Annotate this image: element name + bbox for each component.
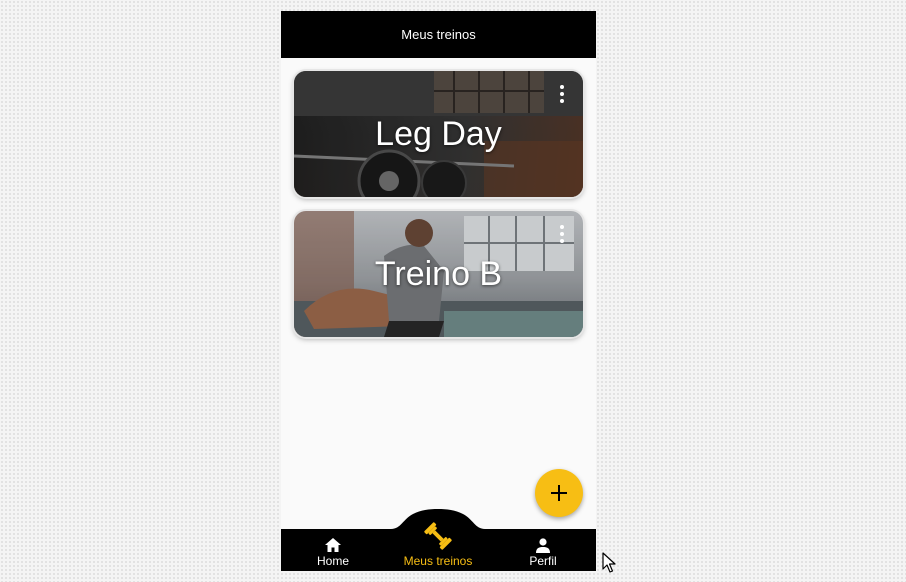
app-bar: Meus treinos [281,11,596,58]
nav-label-perfil: Perfil [529,554,557,568]
phone-screen: Meus treinos Leg Day Treino B Home Meus … [281,11,596,571]
more-options-icon[interactable] [555,85,569,103]
more-options-icon[interactable] [555,225,569,243]
workout-card-leg-day[interactable]: Leg Day [294,71,583,197]
bottom-navigation: Home Meus treinos Perfil [281,501,596,571]
workout-title: Treino B [374,254,503,293]
page-title: Meus treinos [401,27,476,42]
dumbbell-icon [424,522,452,550]
nav-item-perfil[interactable]: Perfil [503,537,583,571]
nav-item-meus-treinos[interactable]: Meus treinos [398,517,478,571]
home-icon [325,538,341,552]
nav-item-home[interactable]: Home [293,537,373,571]
nav-label-home: Home [316,554,349,568]
nav-label-meus-treinos: Meus treinos [403,554,473,568]
workout-card-treino-b[interactable]: Treino B [294,211,583,337]
mouse-cursor-icon [602,552,616,573]
workout-title: Leg Day [375,114,502,153]
plus-icon [551,485,567,501]
person-icon [536,538,550,553]
